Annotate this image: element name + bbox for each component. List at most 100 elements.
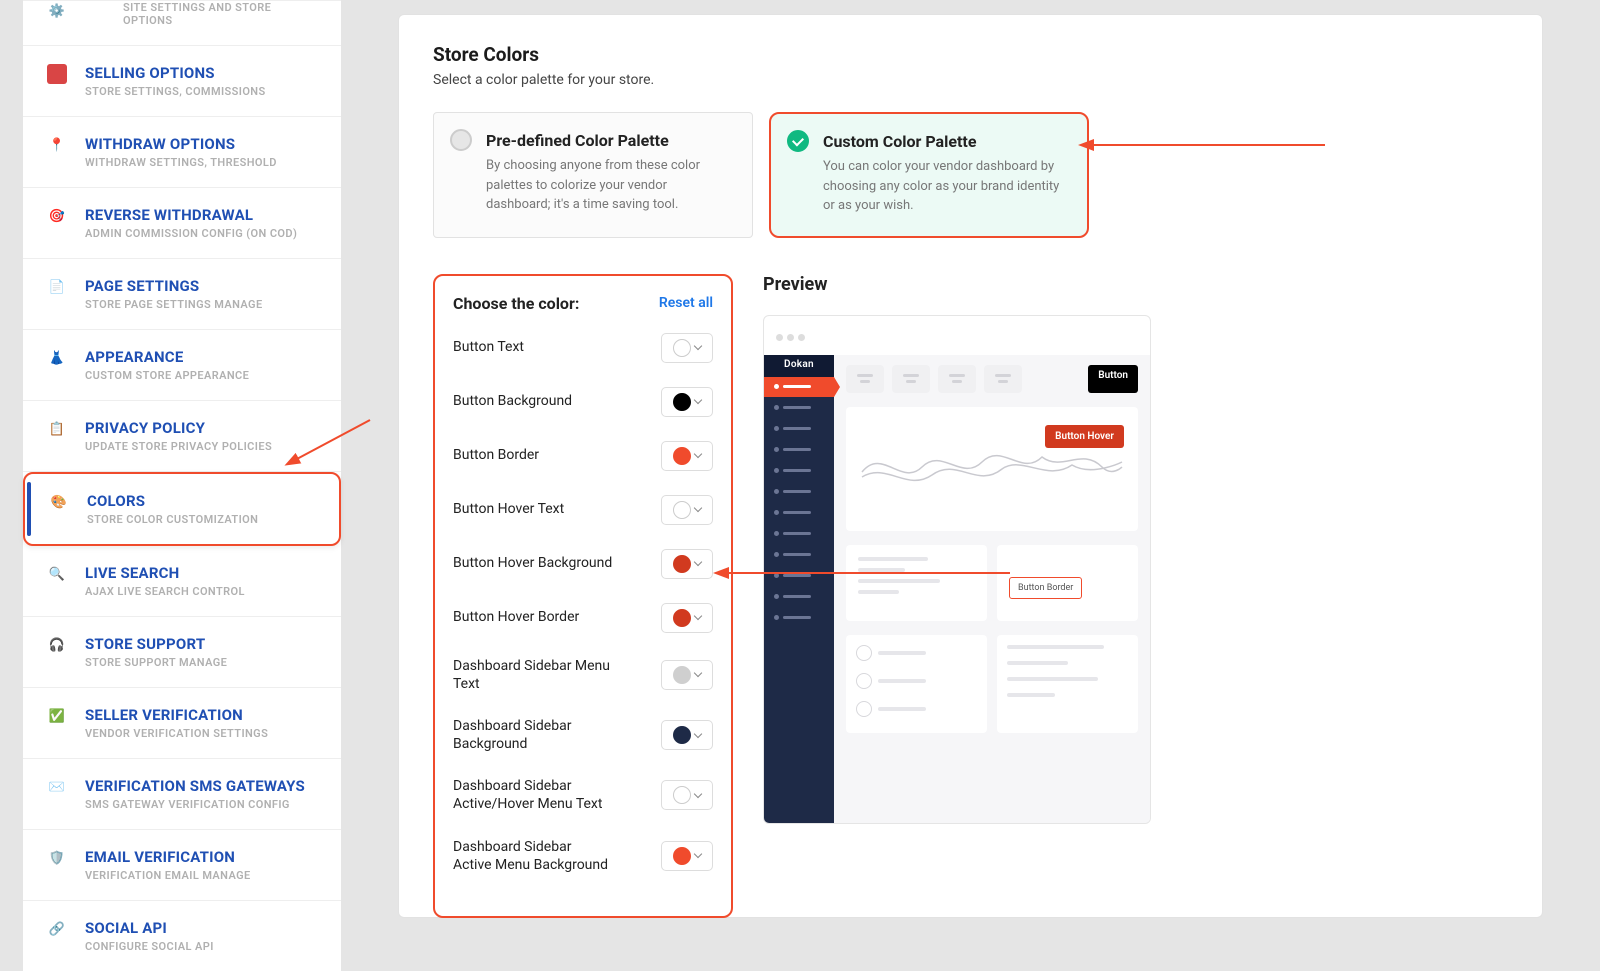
preview-button-border: Button Border — [1009, 577, 1082, 599]
color-label: Dashboard Sidebar Menu Text — [453, 657, 613, 693]
page-icon: 📄 — [47, 277, 67, 297]
envelope-icon: ✉️ — [47, 777, 67, 797]
color-label: Button Hover Border — [453, 608, 579, 626]
color-picker-button[interactable] — [661, 603, 713, 633]
color-label: Button Hover Text — [453, 500, 564, 518]
color-config-row: Button Hover Background — [453, 549, 713, 579]
chevron-down-icon — [694, 729, 702, 737]
sidebar-item-reverse-withdrawal[interactable]: 🎯 REVERSE WITHDRAWAL ADMIN COMMISSION CO… — [23, 188, 341, 259]
preview-main: Button Button Hover — [834, 355, 1150, 823]
sidebar-item-appearance[interactable]: 👗 APPEARANCE CUSTOM STORE APPEARANCE — [23, 330, 341, 401]
chevron-down-icon — [694, 396, 702, 404]
chevron-down-icon — [694, 612, 702, 620]
preview-sidebar: Dokan — [764, 355, 834, 823]
color-picker-button[interactable] — [661, 780, 713, 810]
color-swatch-icon — [673, 786, 691, 804]
sidebar-item-site-settings[interactable]: ⚙️ SITE SETTINGS AND STORE OPTIONS — [23, 0, 341, 46]
preview-button-hover: Button Hover — [1045, 425, 1124, 448]
sidebar-item-privacy-policy[interactable]: 📋 PRIVACY POLICY UPDATE STORE PRIVACY PO… — [23, 401, 341, 472]
preview-chart-card: Button Hover — [846, 407, 1138, 531]
headset-icon: 🎧 — [47, 635, 67, 655]
search-icon: 🔍 — [47, 564, 67, 584]
sidebar-item-social-api[interactable]: 🔗 SOCIAL API CONFIGURE SOCIAL API — [23, 901, 341, 971]
page-subtitle: Select a color palette for your store. — [433, 72, 1508, 88]
color-config-row: Button Text — [453, 333, 713, 363]
color-picker-button[interactable] — [661, 720, 713, 750]
chevron-down-icon — [694, 342, 702, 350]
color-config-row: Dashboard Sidebar Active/Hover Menu Text — [453, 777, 713, 813]
color-swatch-icon — [673, 501, 691, 519]
preview-brand: Dokan — [764, 355, 834, 377]
appearance-icon: 👗 — [47, 348, 67, 368]
color-label: Button Hover Background — [453, 554, 612, 572]
color-config-row: Button Hover Text — [453, 495, 713, 525]
shop-icon — [47, 64, 67, 84]
color-label: Dashboard Sidebar Active Menu Background — [453, 838, 613, 874]
color-picker-button[interactable] — [661, 660, 713, 690]
color-picker-button[interactable] — [661, 441, 713, 471]
sidebar-item-email-verification[interactable]: 🛡️ EMAIL VERIFICATION VERIFICATION EMAIL… — [23, 830, 341, 901]
color-label: Dashboard Sidebar Active/Hover Menu Text — [453, 777, 613, 813]
chevron-down-icon — [694, 558, 702, 566]
color-swatch-icon — [673, 339, 691, 357]
chevron-down-icon — [694, 450, 702, 458]
sidebar-item-seller-verification[interactable]: ✅ SELLER VERIFICATION VENDOR VERIFICATIO… — [23, 688, 341, 759]
color-picker-button[interactable] — [661, 549, 713, 579]
color-swatch-icon — [673, 447, 691, 465]
color-config-row: Dashboard Sidebar Active Menu Background — [453, 838, 713, 874]
sidebar-item-store-support[interactable]: 🎧 STORE SUPPORT STORE SUPPORT MANAGE — [23, 617, 341, 688]
window-dots-icon — [764, 316, 1150, 355]
color-picker-button[interactable] — [661, 841, 713, 871]
color-picker-button[interactable] — [661, 495, 713, 525]
sidebar-item-withdraw-options[interactable]: 📍 WITHDRAW OPTIONS WITHDRAW SETTINGS, TH… — [23, 117, 341, 188]
color-config-panel: Choose the color: Reset all Button Text B… — [433, 274, 733, 919]
color-config-row: Dashboard Sidebar Background — [453, 717, 713, 753]
settings-sidebar: ⚙️ SITE SETTINGS AND STORE OPTIONS SELLI… — [23, 0, 341, 971]
color-picker-button[interactable] — [661, 387, 713, 417]
shield-icon: 🛡️ — [47, 848, 67, 868]
share-icon: 🔗 — [47, 919, 67, 939]
choose-color-heading: Choose the color: — [453, 294, 579, 313]
chevron-down-icon — [694, 669, 702, 677]
preview-heading: Preview — [763, 274, 1508, 295]
preview-dashboard: Dokan — [763, 315, 1151, 824]
main-panel: Store Colors Select a color palette for … — [398, 14, 1543, 918]
sidebar-item-sms-gateways[interactable]: ✉️ VERIFICATION SMS GATEWAYS SMS GATEWAY… — [23, 759, 341, 830]
sidebar-item-live-search[interactable]: 🔍 LIVE SEARCH AJAX LIVE SEARCH CONTROL — [23, 546, 341, 617]
custom-palette-card[interactable]: Custom Color Palette You can color your … — [769, 112, 1089, 238]
sidebar-item-selling-options[interactable]: SELLING OPTIONS STORE SETTINGS, COMMISSI… — [23, 46, 341, 117]
sidebar-item-page-settings[interactable]: 📄 PAGE SETTINGS STORE PAGE SETTINGS MANA… — [23, 259, 341, 330]
chevron-down-icon — [694, 504, 702, 512]
color-config-row: Button Background — [453, 387, 713, 417]
color-picker-button[interactable] — [661, 333, 713, 363]
radio-checked-icon — [787, 130, 809, 152]
gear-icon: ⚙️ — [47, 1, 67, 21]
reset-all-link[interactable]: Reset all — [659, 295, 713, 311]
color-config-row: Button Border — [453, 441, 713, 471]
badge-icon: ✅ — [47, 706, 67, 726]
color-label: Dashboard Sidebar Background — [453, 717, 613, 753]
preview-button: Button — [1088, 365, 1138, 393]
page-title: Store Colors — [433, 43, 1508, 66]
radio-unchecked-icon — [450, 129, 472, 151]
chevron-down-icon — [694, 790, 702, 798]
color-swatch-icon — [673, 393, 691, 411]
chevron-down-icon — [694, 850, 702, 858]
preview-column: Preview Dokan — [763, 274, 1508, 919]
sidebar-item-colors[interactable]: 🎨 COLORS STORE COLOR CUSTOMIZATION — [23, 472, 341, 546]
color-label: Button Background — [453, 392, 572, 410]
color-config-row: Dashboard Sidebar Menu Text — [453, 657, 713, 693]
color-config-row: Button Hover Border — [453, 603, 713, 633]
preview-side-item-active — [764, 377, 834, 397]
withdraw-icon: 📍 — [47, 135, 67, 155]
color-swatch-icon — [673, 555, 691, 573]
color-label: Button Border — [453, 446, 539, 464]
color-swatch-icon — [673, 666, 691, 684]
color-swatch-icon — [673, 609, 691, 627]
predefined-palette-card[interactable]: Pre-defined Color Palette By choosing an… — [433, 112, 753, 238]
color-swatch-icon — [673, 726, 691, 744]
target-icon: 🎯 — [47, 206, 67, 226]
palette-icon: 🎨 — [49, 492, 69, 512]
clipboard-icon: 📋 — [47, 419, 67, 439]
color-label: Button Text — [453, 338, 524, 356]
